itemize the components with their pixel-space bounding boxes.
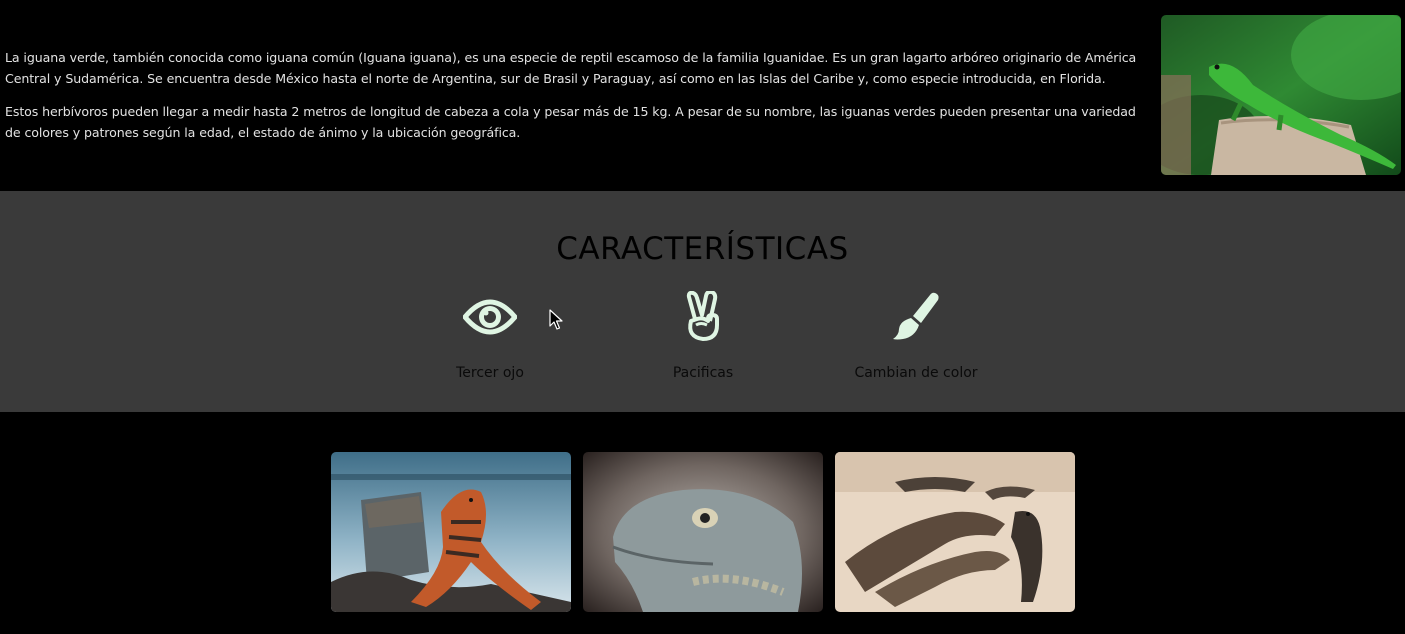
feature-label: Tercer ojo [456, 365, 524, 381]
feature-cambian-color: Cambian de color [816, 291, 1016, 381]
features-section: CARACTERÍSTICAS Tercer ojo Pacificas Cam… [0, 191, 1405, 412]
hero-iguana-image [1161, 15, 1401, 175]
intro-paragraph-2: Estos herbívoros pueden llegar a medir h… [5, 104, 1136, 140]
intro-section: La iguana verde, también conocida como i… [0, 0, 1405, 191]
intro-paragraph-1: La iguana verde, también conocida como i… [5, 50, 1137, 86]
feature-tercer-ojo: Tercer ojo [390, 291, 590, 381]
peace-hand-icon [686, 291, 719, 341]
paintbrush-icon [893, 292, 939, 340]
intro-text: La iguana verde, también conocida como i… [5, 47, 1143, 155]
feature-label: Cambian de color [854, 365, 978, 381]
features-title: CARACTERÍSTICAS [556, 231, 849, 267]
eye-icon [463, 299, 517, 335]
feature-label: Pacificas [672, 365, 734, 381]
mouse-cursor-icon [549, 309, 563, 330]
gallery-image-iguana-beach [331, 452, 571, 612]
gallery-image-iguana-head [583, 452, 823, 612]
gallery-image-iguanas-group [835, 452, 1075, 612]
gallery-section [0, 412, 1405, 634]
feature-pacificas: Pacificas [603, 291, 803, 381]
